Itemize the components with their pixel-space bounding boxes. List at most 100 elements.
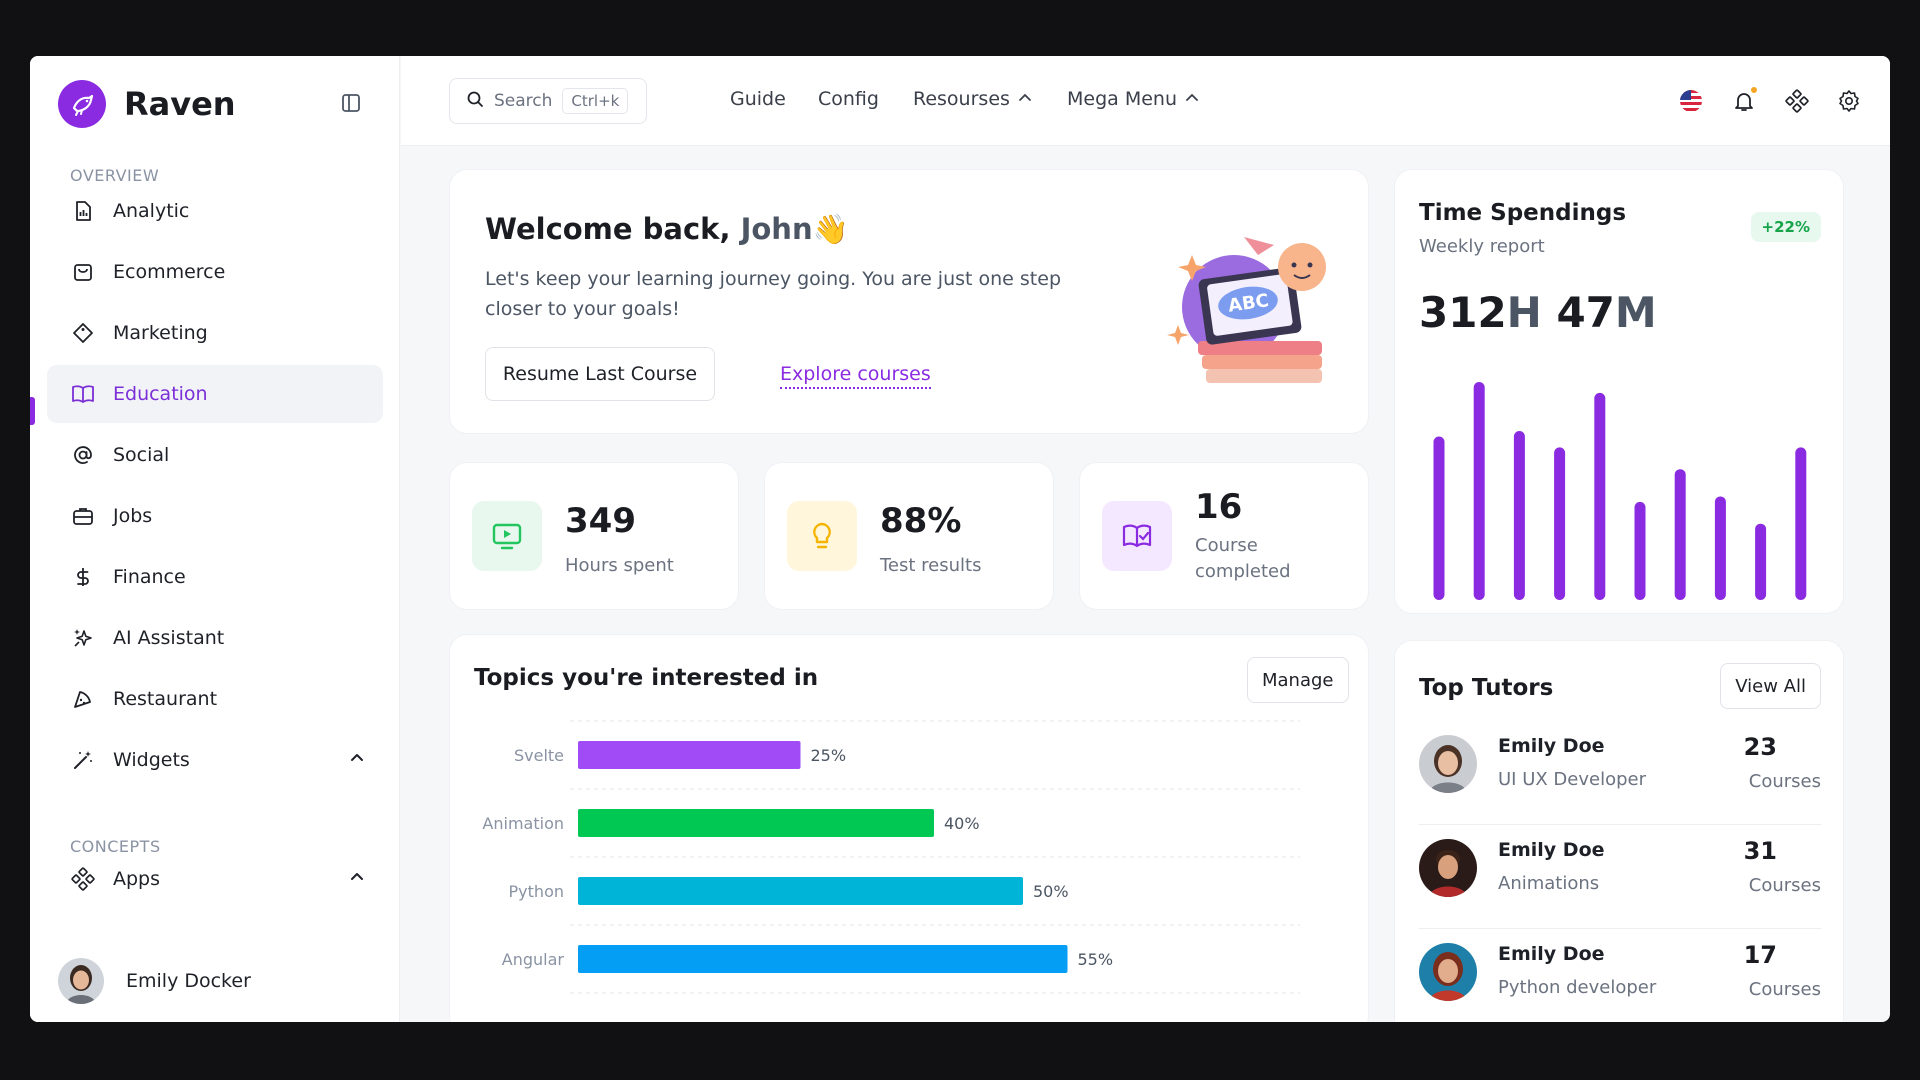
welcome-title: Welcome back, John👋 xyxy=(485,212,849,247)
resume-last-course-button[interactable]: Resume Last Course xyxy=(485,347,715,401)
tutor-role: UI UX Developer xyxy=(1498,769,1647,790)
course-count-label: Courses xyxy=(1748,875,1821,896)
category-label: Animation xyxy=(482,814,564,833)
apps-grid-icon xyxy=(71,867,95,891)
sidebar-item-widgets[interactable]: Widgets xyxy=(47,731,383,789)
lightbulb-icon xyxy=(787,501,857,571)
tutor-row[interactable]: Emily Doe Animations 31 Courses xyxy=(1419,825,1821,929)
sparkles-icon xyxy=(71,626,95,650)
bar xyxy=(1795,447,1807,600)
analytics-doc-icon xyxy=(71,199,95,223)
view-all-button[interactable]: View All xyxy=(1720,663,1821,709)
tutor-role: Animations xyxy=(1498,873,1600,894)
bar xyxy=(1513,431,1525,600)
sidebar-item-label: Restaurant xyxy=(113,688,218,710)
nav-guide[interactable]: Guide xyxy=(730,88,786,110)
apps-grid-icon[interactable] xyxy=(1784,88,1810,114)
at-sign-icon xyxy=(71,443,95,467)
top-header: Search Ctrl+k Guide Config Resourses Meg… xyxy=(401,56,1890,146)
course-count: 31 xyxy=(1743,837,1777,865)
topics-bar-chart: Svelte 25% Animation 40% Python 50% Angular 55% xyxy=(482,720,1300,994)
value-label: 40% xyxy=(944,814,980,833)
sidebar-item-label: Apps xyxy=(113,868,161,890)
sidebar-item-ai-assistant[interactable]: AI Assistant xyxy=(47,609,383,667)
shopping-bag-icon xyxy=(71,260,95,284)
avatar xyxy=(1419,839,1477,897)
card-title: Time Spendings xyxy=(1419,200,1627,226)
bar xyxy=(578,809,934,837)
top-tutors-card: Top Tutors View All Emily Doe UI UX Deve… xyxy=(1394,640,1844,1022)
greeting: Welcome back, xyxy=(485,212,731,246)
nav-label: Guide xyxy=(730,88,786,110)
search-shortcut: Ctrl+k xyxy=(562,88,629,114)
value-label: 25% xyxy=(811,746,847,765)
sidebar-item-jobs[interactable]: Jobs xyxy=(47,487,383,545)
sidebar-item-analytic[interactable]: Analytic xyxy=(47,182,383,240)
tutor-row[interactable]: Emily Doe UI UX Developer 23 Courses xyxy=(1419,721,1821,825)
topics-card: Topics you're interested in Manage Svelt… xyxy=(449,634,1369,1022)
user-profile[interactable]: Emily Docker xyxy=(58,958,251,1004)
minutes-unit: M xyxy=(1614,288,1657,337)
value-label: 55% xyxy=(1078,950,1114,969)
course-count: 23 xyxy=(1743,733,1777,761)
category-label: Angular xyxy=(502,950,565,969)
brand[interactable]: Raven xyxy=(58,80,236,128)
search-icon xyxy=(466,90,484,112)
nav-label: Config xyxy=(818,88,879,110)
stat-card-test-results: 88% Test results xyxy=(764,462,1054,610)
sidebar-item-marketing[interactable]: Marketing xyxy=(47,304,383,362)
sidebar-item-label: Finance xyxy=(113,566,186,588)
sidebar-item-apps[interactable]: Apps xyxy=(47,850,383,908)
avatar xyxy=(1419,943,1477,1001)
nav-resources[interactable]: Resourses xyxy=(913,88,1032,110)
tutor-role: Python developer xyxy=(1498,977,1657,998)
tutor-row[interactable]: Emily Doe Python developer 17 Courses xyxy=(1419,929,1821,1022)
card-title: Top Tutors xyxy=(1419,675,1554,701)
nav-label: Resourses xyxy=(913,88,1010,110)
bar xyxy=(1634,501,1646,600)
nav-config[interactable]: Config xyxy=(818,88,879,110)
app-window: Raven OVERVIEW Analytic Ecommerce Market… xyxy=(30,56,1890,1022)
raven-logo-icon xyxy=(58,80,106,128)
sidebar-item-label: Widgets xyxy=(113,749,190,771)
sidebar-item-ecommerce[interactable]: Ecommerce xyxy=(47,243,383,301)
stat-label: Course completed xyxy=(1195,535,1291,582)
notification-dot xyxy=(1749,85,1759,95)
bar xyxy=(1554,447,1566,600)
weekly-bar-chart xyxy=(1433,382,1807,600)
stat-value: 16 xyxy=(1195,487,1243,527)
course-count-label: Courses xyxy=(1748,771,1821,792)
nav-mega-menu[interactable]: Mega Menu xyxy=(1067,88,1199,110)
value-label: 50% xyxy=(1033,882,1069,901)
sidebar-toggle-icon[interactable] xyxy=(340,92,364,116)
search-placeholder: Search xyxy=(494,91,553,111)
manage-button[interactable]: Manage xyxy=(1247,657,1349,703)
category-label: Svelte xyxy=(514,746,564,765)
stat-value: 88% xyxy=(880,501,962,541)
bar xyxy=(1755,523,1767,600)
bar xyxy=(1674,469,1686,600)
tag-icon xyxy=(71,321,95,345)
book-open-icon xyxy=(71,382,95,406)
brand-name: Raven xyxy=(124,85,236,123)
welcome-message: Let's keep your learning journey going. … xyxy=(485,268,1062,320)
sidebar-item-restaurant[interactable]: Restaurant xyxy=(47,670,383,728)
us-flag-icon[interactable] xyxy=(1678,88,1704,114)
minutes-value: 47 xyxy=(1556,288,1615,337)
monitor-play-icon xyxy=(472,501,542,571)
sidebar-item-label: Jobs xyxy=(113,505,153,527)
explore-courses-link[interactable]: Explore courses xyxy=(780,363,931,389)
sidebar-item-social[interactable]: Social xyxy=(47,426,383,484)
sidebar-item-finance[interactable]: Finance xyxy=(47,548,383,606)
search-input[interactable]: Search Ctrl+k xyxy=(449,78,647,124)
wave-emoji-icon: 👋 xyxy=(812,212,849,246)
gear-icon[interactable] xyxy=(1836,88,1862,114)
bell-icon[interactable] xyxy=(1731,85,1759,114)
tutor-name: Emily Doe xyxy=(1498,943,1605,965)
time-spendings-card: Time Spendings Weekly report +22% 312H 4… xyxy=(1394,169,1844,614)
bar xyxy=(1714,496,1726,600)
sidebar-item-education[interactable]: Education xyxy=(47,365,383,423)
chevron-up-icon xyxy=(349,750,365,770)
bar xyxy=(1594,392,1606,600)
hours-value: 312 xyxy=(1419,288,1507,337)
